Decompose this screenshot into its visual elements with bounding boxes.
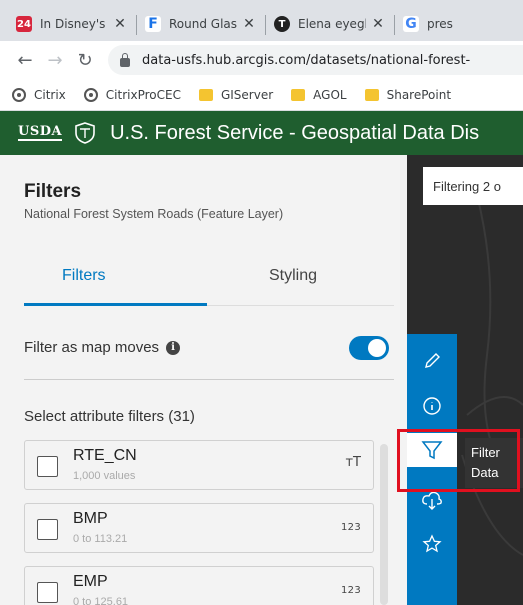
bookmark-sharepoint[interactable]: SharePoint	[364, 87, 452, 102]
citrix-icon	[83, 87, 98, 102]
tab-favicon-3: T	[274, 16, 290, 32]
highlight-box	[397, 429, 520, 492]
bookmark-label: AGOL	[313, 87, 347, 102]
tab-title-1: In Disney's	[40, 17, 106, 31]
bookmark-citrix[interactable]: Citrix	[12, 87, 66, 102]
attribute-name: RTE_CN	[73, 447, 137, 464]
tab-title-2: Round Glass	[169, 17, 237, 31]
bookmark-label: Citrix	[34, 87, 66, 102]
number-type-icon: 123	[341, 522, 361, 533]
filters-panel: Filters National Forest System Roads (Fe…	[0, 155, 407, 605]
filter-as-map-moves-label: Filter as map moves i	[24, 339, 181, 356]
active-tab-indicator	[24, 303, 207, 306]
forest-service-shield-icon[interactable]	[74, 122, 96, 144]
pencil-icon	[425, 353, 440, 368]
citrix-icon	[12, 87, 26, 102]
map-view[interactable]: Filtering 2 o Filter Data	[407, 155, 523, 605]
info-button[interactable]	[415, 389, 449, 423]
usda-logo[interactable]: USDA	[18, 125, 63, 141]
filter-as-map-moves-text: Filter as map moves	[24, 339, 160, 356]
attribute-item-bmp[interactable]: BMP 0 to 113.21 123	[24, 503, 374, 553]
forward-arrow-icon[interactable]: →	[40, 50, 70, 71]
attribute-range: 0 to 125.61	[73, 596, 129, 605]
url-text: data-usfs.hub.arcgis.com/datasets/nation…	[142, 52, 471, 68]
panel-scrollbar[interactable]	[380, 444, 388, 605]
close-icon[interactable]: ✕	[112, 16, 128, 32]
edit-button[interactable]	[415, 344, 449, 378]
site-header: USDA U.S. Forest Service - Geospatial Da…	[0, 111, 523, 155]
filter-as-map-moves-toggle[interactable]	[349, 336, 389, 360]
close-icon[interactable]: ✕	[241, 16, 257, 32]
info-circle-icon	[423, 397, 441, 415]
attribute-name: BMP	[73, 510, 108, 527]
attribute-range: 1,000 values	[73, 470, 136, 482]
tab-title-3: Elena eyegla	[298, 17, 366, 31]
bookmark-label: SharePoint	[386, 87, 452, 102]
address-bar: ← → ↻ data-usfs.hub.arcgis.com/datasets/…	[0, 41, 523, 79]
favorite-button[interactable]	[415, 527, 449, 561]
attribute-checkbox[interactable]	[37, 519, 58, 540]
reload-icon[interactable]: ↻	[70, 50, 100, 71]
tab-favicon-4: G	[403, 16, 419, 32]
back-arrow-icon[interactable]: ←	[10, 50, 40, 71]
lock-icon	[120, 52, 130, 67]
browser-tab-4[interactable]: G pres	[395, 7, 475, 41]
tab-title-4: pres	[427, 17, 453, 31]
cloud-download-icon	[422, 491, 442, 510]
attribute-item-emp[interactable]: EMP 0 to 125.61 123	[24, 566, 374, 605]
folder-icon	[291, 88, 306, 101]
panel-subtitle: National Forest System Roads (Feature La…	[24, 207, 284, 221]
tab-styling[interactable]: Styling	[269, 267, 317, 285]
select-attribute-filters-heading: Select attribute filters (31)	[24, 408, 195, 425]
attribute-checkbox[interactable]	[37, 456, 58, 477]
bookmark-citrixprocec[interactable]: CitrixProCEC	[83, 87, 181, 102]
filtering-status-box: Filtering 2 o	[423, 167, 523, 205]
close-icon[interactable]: ✕	[370, 16, 386, 32]
divider	[24, 379, 394, 380]
tab-filters[interactable]: Filters	[62, 267, 106, 285]
bookmark-giserver[interactable]: GIServer	[198, 87, 274, 102]
browser-tab-2[interactable]: F Round Glass ✕	[137, 7, 265, 41]
bookmarks-bar: Citrix CitrixProCEC GIServer AGOL ShareP…	[0, 79, 523, 111]
site-title: U.S. Forest Service - Geospatial Data Di…	[110, 121, 480, 144]
folder-icon	[364, 88, 379, 101]
browser-tab-1[interactable]: 24 In Disney's ✕	[8, 7, 136, 41]
attribute-item-rte-cn[interactable]: RTE_CN 1,000 values ᴛT	[24, 440, 374, 490]
tab-favicon-1: 24	[16, 16, 32, 32]
browser-tab-3[interactable]: T Elena eyegla ✕	[266, 7, 394, 41]
folder-icon	[198, 88, 213, 101]
filtering-status-text: Filtering 2 o	[433, 178, 501, 194]
tab-favicon-2: F	[145, 16, 161, 32]
attribute-name: EMP	[73, 573, 108, 590]
browser-tab-bar: 24 In Disney's ✕ F Round Glass ✕ T Elena…	[0, 0, 523, 41]
bookmark-label: CitrixProCEC	[105, 87, 181, 102]
url-field[interactable]: data-usfs.hub.arcgis.com/datasets/nation…	[108, 45, 523, 75]
star-icon	[422, 534, 442, 553]
bookmark-agol[interactable]: AGOL	[291, 87, 347, 102]
text-type-icon: ᴛT	[345, 455, 361, 470]
info-icon[interactable]: i	[166, 340, 181, 355]
attribute-checkbox[interactable]	[37, 582, 58, 603]
bookmark-label: GIServer	[220, 87, 274, 102]
number-type-icon: 123	[341, 585, 361, 596]
attribute-range: 0 to 113.21	[73, 533, 128, 545]
panel-title: Filters	[24, 181, 82, 202]
